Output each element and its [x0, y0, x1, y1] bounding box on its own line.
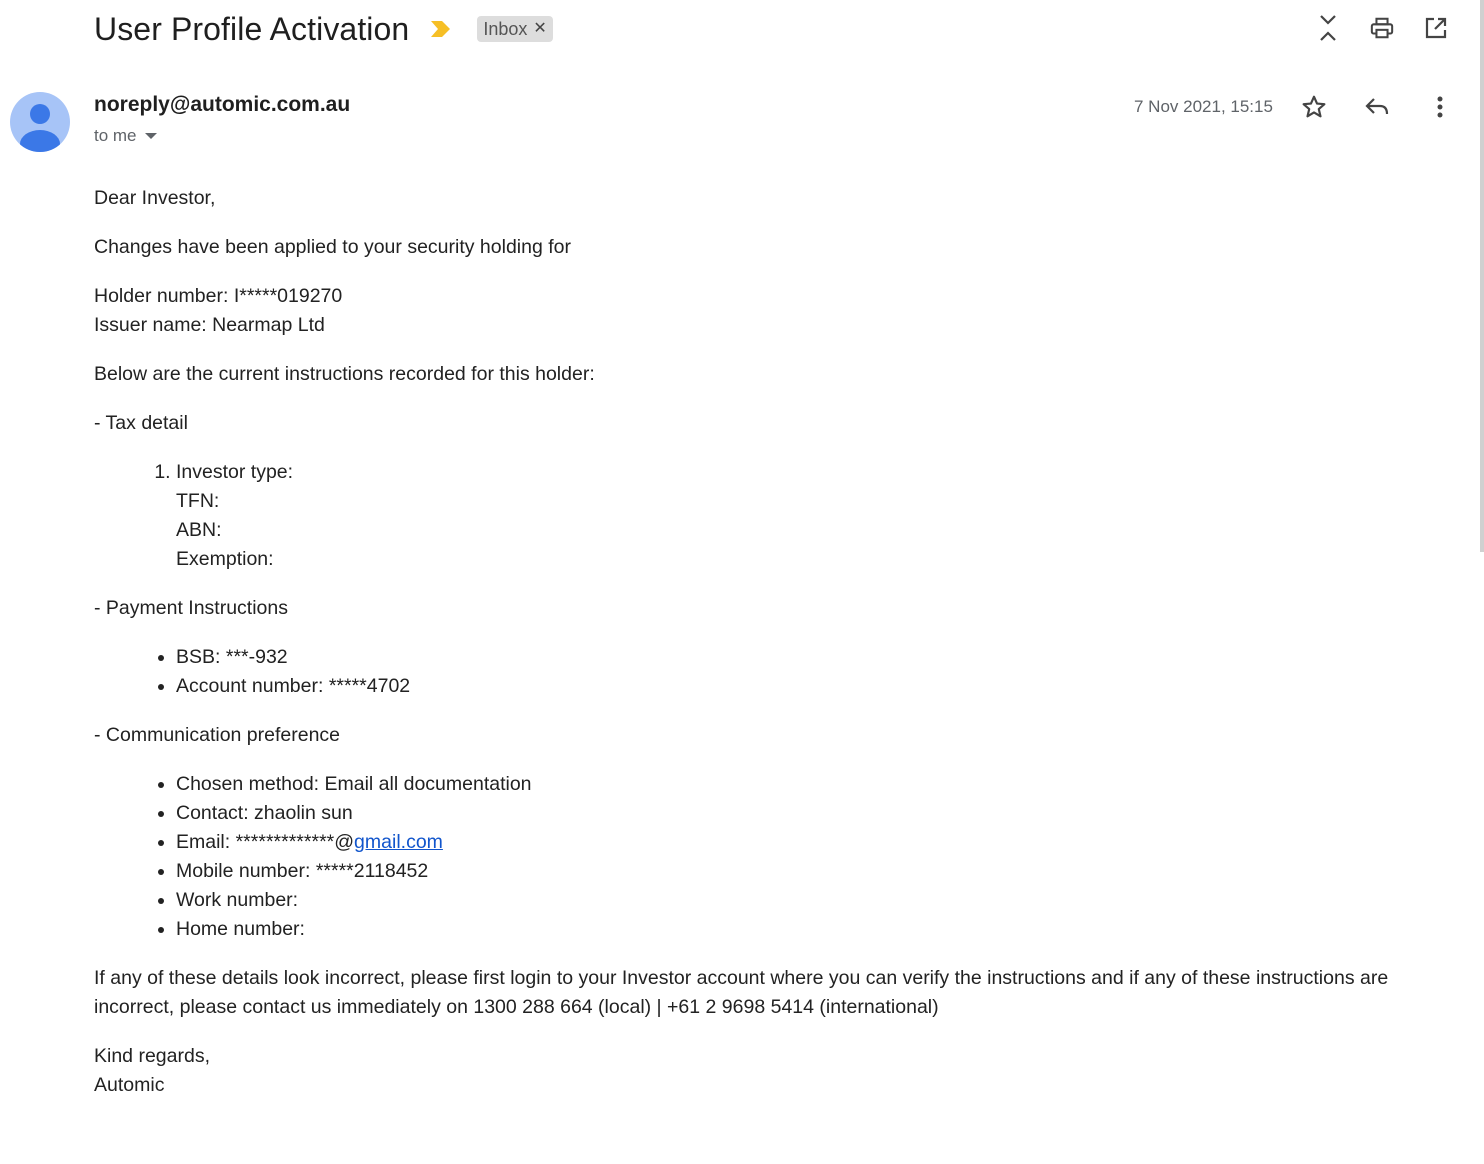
instructions-intro: Below are the current instructions recor…: [94, 363, 595, 385]
payment-heading: - Payment Instructions: [94, 597, 288, 619]
communication-list: Chosen method: Email all documentation C…: [94, 770, 1424, 944]
list-item: Work number:: [176, 886, 1424, 915]
star-icon[interactable]: [1300, 92, 1328, 122]
reply-icon[interactable]: [1363, 92, 1391, 122]
chevron-down-icon[interactable]: [144, 133, 157, 139]
holder-number: Holder number: I*****019270: [94, 285, 343, 307]
list-item: BSB: ***-932: [176, 643, 1424, 672]
communication-heading: - Communication preference: [94, 724, 341, 746]
intro-text: Changes have been applied to your securi…: [94, 236, 571, 258]
tax-item: Investor type:: [176, 461, 294, 483]
print-icon[interactable]: [1370, 12, 1394, 44]
open-in-new-icon[interactable]: [1424, 12, 1448, 44]
list-item: Contact: zhaolin sun: [176, 799, 1424, 828]
importance-marker-icon[interactable]: [431, 21, 451, 37]
warning-text: If any of these details look incorrect, …: [94, 967, 1389, 1018]
message-body: Dear Investor, Changes have been applied…: [94, 184, 1424, 1120]
message-actions: [1300, 92, 1454, 122]
label-chip-inbox: Inbox ✕: [477, 16, 553, 42]
list-item: Email: *************@gmail.com: [176, 828, 1424, 857]
list-item: Mobile number: *****2118452: [176, 857, 1424, 886]
sign-off: Kind regards, Automic: [94, 1042, 1424, 1100]
tax-item: TFN:: [176, 490, 220, 512]
message-date: 7 Nov 2021, 15:15: [1134, 97, 1273, 116]
email-domain-link[interactable]: gmail.com: [354, 831, 443, 853]
tax-heading: - Tax detail: [94, 412, 188, 434]
tax-item: ABN:: [176, 519, 222, 541]
email-subject: User Profile Activation: [94, 10, 410, 47]
payment-list: BSB: ***-932 Account number: *****4702: [94, 643, 1424, 701]
closing: Kind regards,: [94, 1045, 210, 1067]
tax-item: Exemption:: [176, 548, 274, 570]
scrollbar[interactable]: [1480, 0, 1484, 552]
signature: Automic: [94, 1074, 165, 1096]
remove-label-icon[interactable]: ✕: [533, 21, 546, 37]
list-item: Investor type: TFN: ABN: Exemption:: [176, 458, 1424, 574]
label-chip-text: Inbox: [483, 18, 528, 39]
thread-toolbar: [1316, 12, 1448, 44]
sender-avatar[interactable]: [10, 92, 70, 152]
expand-collapse-icon[interactable]: [1316, 12, 1340, 44]
greeting: Dear Investor,: [94, 187, 216, 209]
recipient-details-toggle[interactable]: to me: [94, 126, 157, 146]
recipient-label: to me: [94, 126, 137, 145]
subject-row: User Profile Activation Inbox ✕: [94, 8, 553, 50]
more-vertical-icon[interactable]: [1426, 92, 1454, 122]
issuer-name: Issuer name: Nearmap Ltd: [94, 314, 325, 336]
email-masked: Email: *************@: [176, 831, 355, 853]
holder-info: Holder number: I*****019270 Issuer name:…: [94, 282, 1424, 340]
list-item: Home number:: [176, 915, 1424, 944]
sender-address[interactable]: noreply@automic.com.au: [94, 93, 350, 117]
list-item: Chosen method: Email all documentation: [176, 770, 1424, 799]
list-item: Account number: *****4702: [176, 672, 1424, 701]
tax-list: Investor type: TFN: ABN: Exemption:: [94, 458, 1424, 574]
